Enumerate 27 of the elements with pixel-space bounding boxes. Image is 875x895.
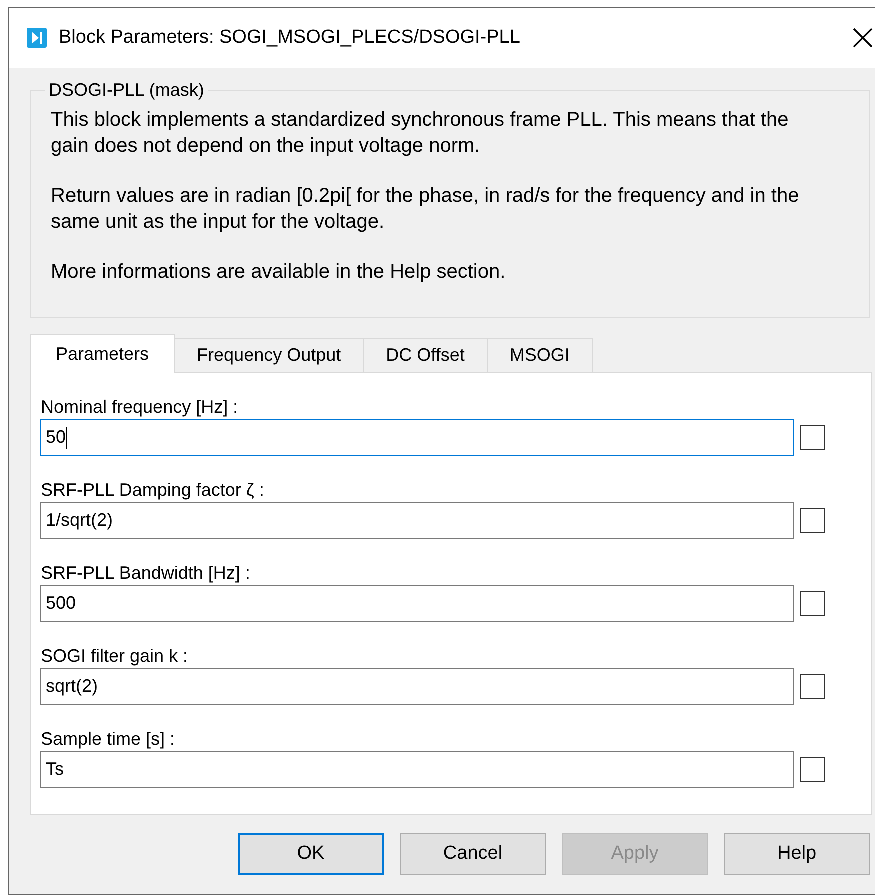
input-field[interactable]: 50 xyxy=(40,419,794,456)
field-label: SOGI filter gain k : xyxy=(41,645,188,668)
field-label: SRF-PLL Damping factor ζ : xyxy=(41,479,264,502)
field-label: SRF-PLL Bandwidth [Hz] : xyxy=(41,562,250,585)
tab[interactable]: MSOGI xyxy=(486,338,593,372)
dialog-button[interactable]: OK xyxy=(238,833,384,875)
description-text: Return values are in radian [0.2pi[ for the phase, in rad/s for the frequency and in the same unit as the input for the voltage. xyxy=(51,184,800,235)
tab[interactable]: Parameters xyxy=(30,334,176,373)
app-icon xyxy=(27,28,47,48)
checkbox[interactable] xyxy=(800,591,825,616)
dialog-button[interactable]: Cancel xyxy=(400,833,546,875)
checkbox[interactable] xyxy=(800,425,825,450)
input-field[interactable]: Ts xyxy=(40,751,794,788)
input-field[interactable]: 500 xyxy=(40,585,794,622)
close-icon[interactable] xyxy=(853,28,873,48)
field-label: Nominal frequency [Hz] : xyxy=(41,396,238,419)
group-title: DSOGI-PLL (mask) xyxy=(48,80,206,101)
description-text: More informations are available in the Help section. xyxy=(51,260,507,285)
description-text: This block implements a standardized synchronous frame PLL. This means that the gain does not depend on the input voltage norm. xyxy=(51,108,790,159)
dialog-button[interactable]: Help xyxy=(724,833,870,875)
window-title: Block Parameters: SOGI_MSOGI_PLECS/DSOGI-PLL xyxy=(59,27,520,49)
input-field[interactable]: sqrt(2) xyxy=(40,668,794,705)
checkbox[interactable] xyxy=(800,508,825,533)
field-label: Sample time [s] : xyxy=(41,728,176,751)
input-field[interactable]: 1/sqrt(2) xyxy=(40,502,794,539)
checkbox[interactable] xyxy=(800,674,825,699)
checkbox[interactable] xyxy=(800,757,825,782)
